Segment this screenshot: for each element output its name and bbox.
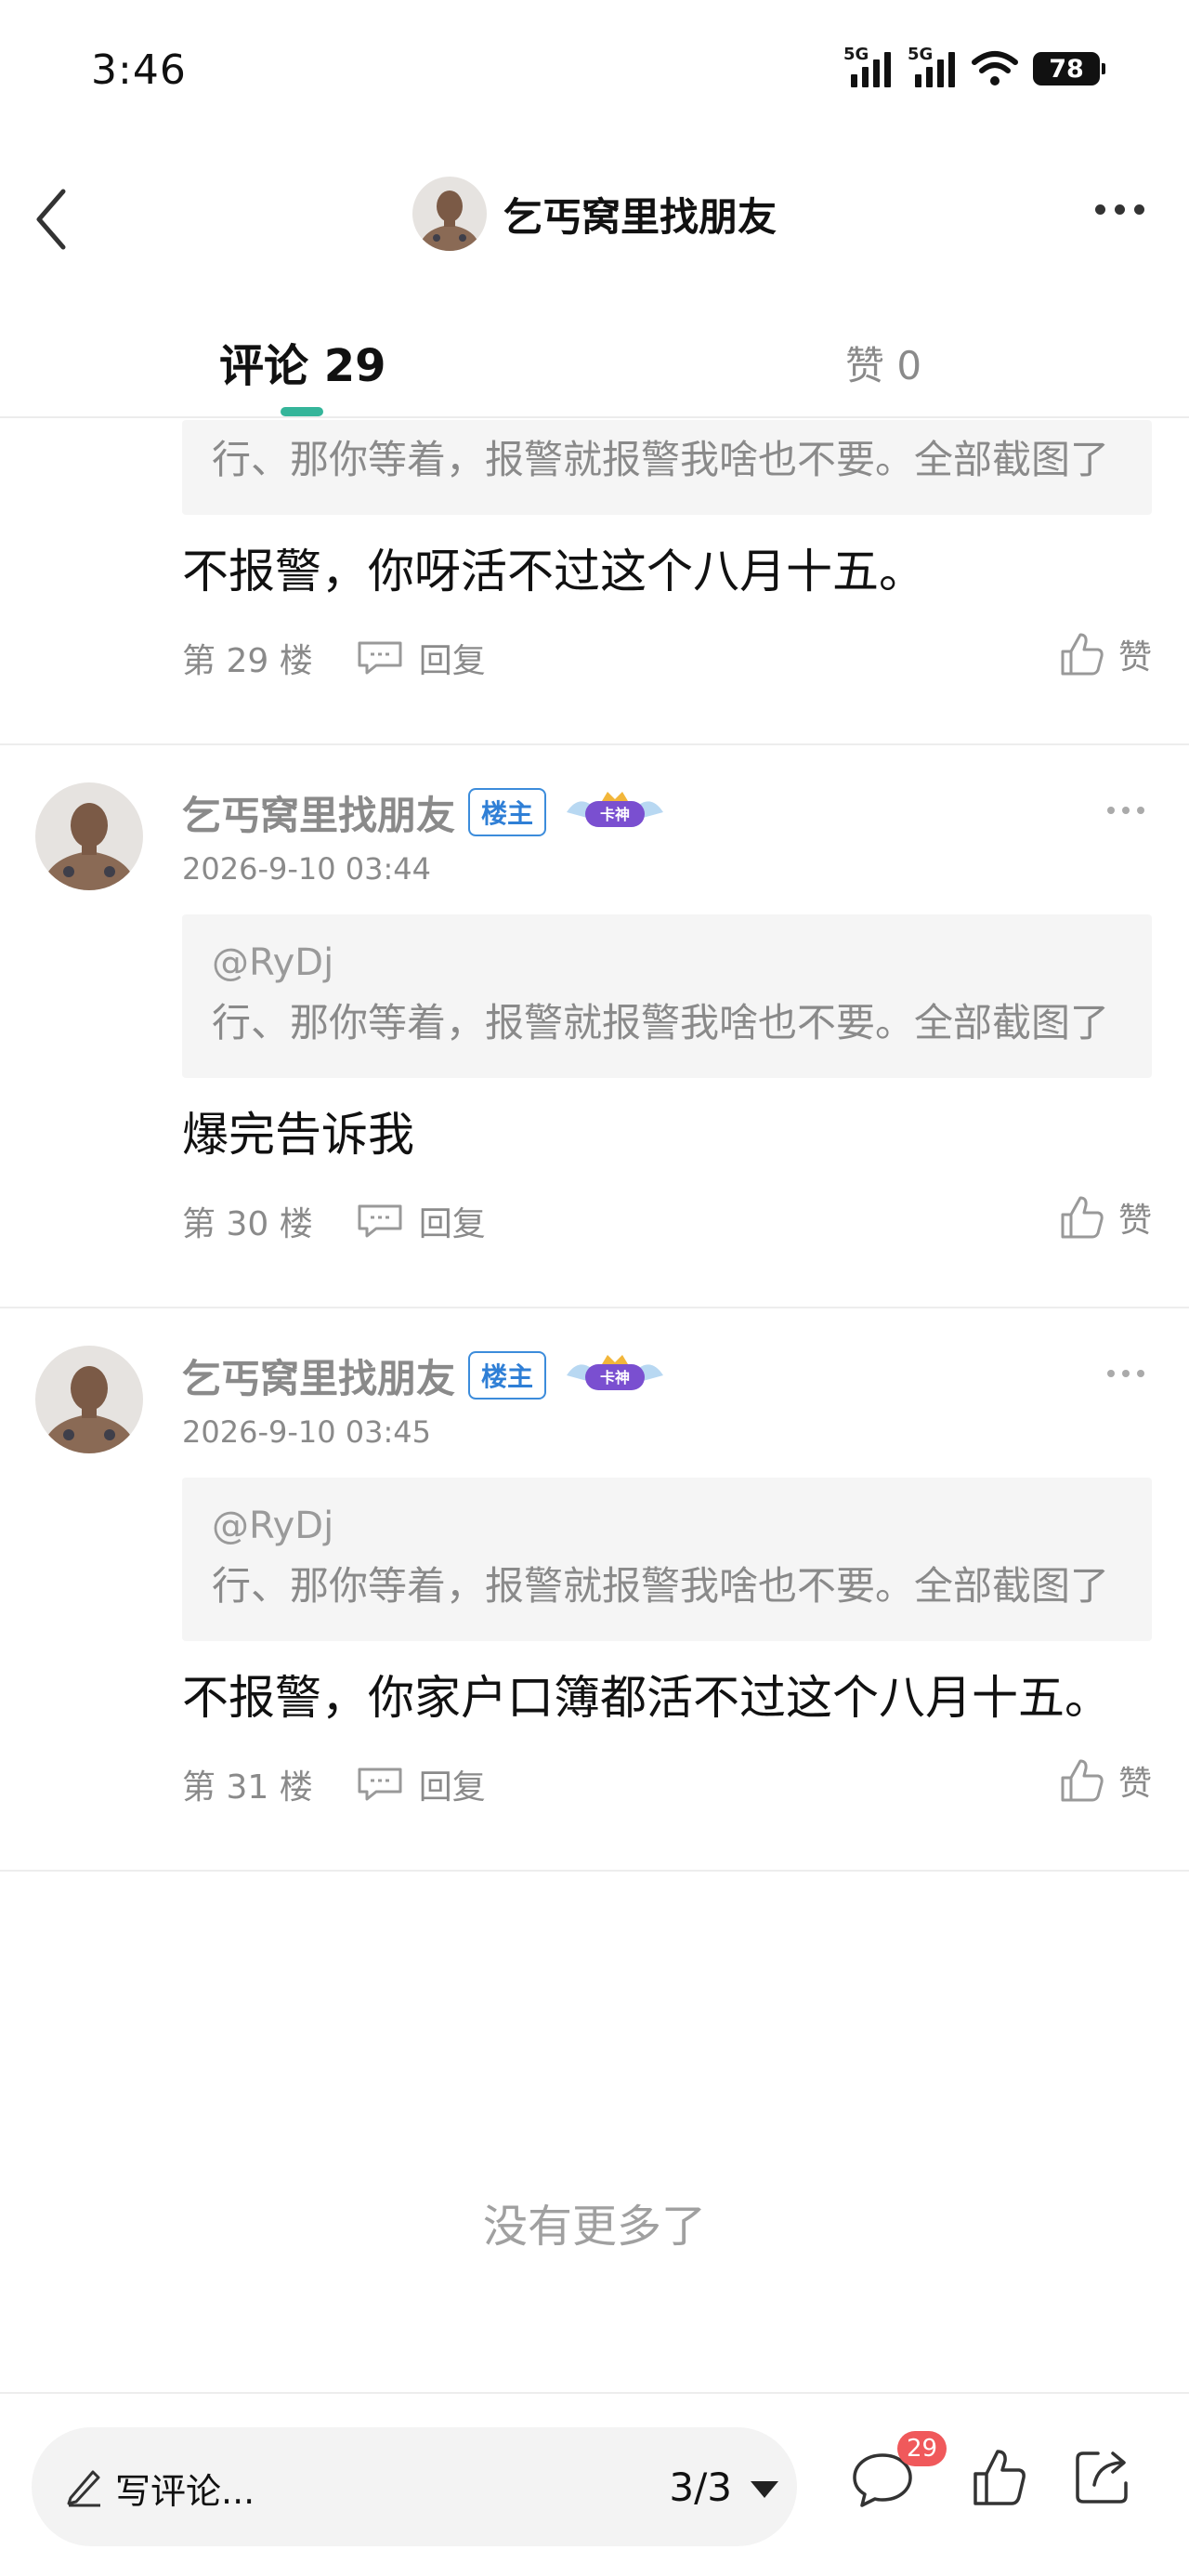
nav-header: 乞丐窝里找朋友 [0,149,1189,279]
floor-number: 第 30 楼 [182,1205,313,1243]
comment-text: 不报警，你呀活不过这个八月十五。 [182,545,925,598]
quoted-text: 行、那你等着，报警就报警我啥也不要。全部截图了 [212,1000,1110,1045]
quoted-reply: 行、那你等着，报警就报警我啥也不要。全部截图了 [182,420,1152,515]
more-options-icon[interactable] [1095,204,1144,215]
thumbs-up-icon [1061,1759,1104,1802]
card-badge-label: 卡神 [600,1369,630,1387]
thumbs-up-icon [1061,1196,1104,1239]
page-title: 乞丐窝里找朋友 [503,193,777,240]
comment-actions: 第 29 楼 回复 赞 [182,621,1152,695]
comment-text: 爆完告诉我 [182,1108,414,1162]
quoted-text: 行、那你等着，报警就报警我啥也不要。全部截图了 [212,437,1110,482]
status-bar: 3:46 5G 5G 78 [0,0,1189,149]
comment-actions: 第 30 楼 回复 赞 [182,1184,1152,1258]
like-label: 赞 [1117,1765,1152,1803]
username[interactable]: 乞丐窝里找朋友 [182,1347,455,1404]
floor-number: 第 29 楼 [182,642,313,680]
page-indicator[interactable]: 3/3 [669,2464,732,2510]
timestamp: 2026-9-10 03:44 [182,851,431,887]
tab-comments[interactable]: 评论 29 [219,329,386,394]
more-options-icon[interactable] [1107,807,1144,814]
signal-icon: 5G [843,45,891,87]
wifi-icon [972,51,1018,85]
comment-list: 行、那你等着，报警就报警我啥也不要。全部截图了 不报警，你呀活不过这个八月十五。… [0,420,1189,1872]
nav-user[interactable]: 乞丐窝里找朋友 [0,177,1189,251]
divider [0,1870,1189,1872]
reply-button[interactable]: 回复 [356,1197,486,1245]
thumbs-up-icon [1061,633,1104,676]
like-button[interactable]: 赞 [1059,630,1152,678]
quoted-user: @RyDj [212,1505,334,1547]
reply-icon [358,641,402,675]
tab-likes[interactable]: 赞 0 [845,335,921,391]
list-item: 乞丐窝里找朋友 楼主 卡神 2026-9-10 03:44 @RyDj 行、那你… [0,745,1189,1308]
like-label: 赞 [1117,1202,1152,1240]
comment-header: 乞丐窝里找朋友 楼主 卡神 [182,1346,1189,1405]
card-god-badge-icon: 卡神 [567,792,664,827]
reply-label: 回复 [418,1205,486,1243]
reply-label: 回复 [418,1768,486,1807]
reply-label: 回复 [418,642,486,680]
quoted-text: 行、那你等着，报警就报警我啥也不要。全部截图了 [212,1563,1110,1609]
comment-text: 不报警，你家户口簿都活不过这个八月十五。 [182,1671,1111,1725]
battery-indicator: 78 [1033,52,1105,85]
owner-badge: 楼主 [468,1351,547,1400]
status-time: 3:46 [91,46,187,94]
quoted-reply[interactable]: @RyDj 行、那你等着，报警就报警我啥也不要。全部截图了 [182,1478,1152,1641]
status-icons: 5G 5G 78 [843,45,1105,89]
avatar[interactable] [35,782,143,890]
comment-input[interactable]: 写评论... 3/3 [32,2427,797,2546]
bottom-bar: 写评论... 3/3 29 [0,2392,1189,2576]
tab-bar: 评论 29 赞 0 [0,307,1189,418]
like-label: 赞 [1117,638,1152,677]
signal-icon: 5G [908,45,955,87]
quoted-user: @RyDj [212,941,334,984]
card-god-badge-icon: 卡神 [567,1355,664,1390]
pen-icon [67,2470,100,2507]
card-badge-label: 卡神 [600,806,630,823]
reply-icon [358,1768,402,1801]
owner-badge: 楼主 [468,788,547,836]
more-options-icon[interactable] [1107,1370,1144,1377]
network-type: 5G [908,45,934,64]
like-button[interactable]: 赞 [1059,1193,1152,1242]
end-of-list-text: 没有更多了 [482,2201,706,2253]
tab-active-indicator [281,407,323,416]
comment-count-badge: 29 [897,2431,947,2466]
chevron-down-icon[interactable] [751,2481,778,2498]
comment-actions: 第 31 楼 回复 赞 [182,1747,1152,1821]
floor-number: 第 31 楼 [182,1768,313,1807]
thumbs-up-icon[interactable] [972,2446,1027,2507]
avatar[interactable] [35,1346,143,1453]
reply-icon [358,1204,402,1238]
avatar[interactable] [412,177,487,251]
timestamp: 2026-9-10 03:45 [182,1414,431,1450]
share-icon[interactable] [1072,2446,1133,2507]
reply-button[interactable]: 回复 [356,634,486,682]
reply-button[interactable]: 回复 [356,1760,486,1808]
list-item: 乞丐窝里找朋友 楼主 卡神 2026-9-10 03:45 @RyDj 行、那你… [0,1308,1189,1872]
username[interactable]: 乞丐窝里找朋友 [182,784,455,841]
like-button[interactable]: 赞 [1059,1756,1152,1805]
quoted-reply[interactable]: @RyDj 行、那你等着，报警就报警我啥也不要。全部截图了 [182,914,1152,1078]
comment-header: 乞丐窝里找朋友 楼主 卡神 [182,782,1189,842]
list-item: 行、那你等着，报警就报警我啥也不要。全部截图了 不报警，你呀活不过这个八月十五。… [0,420,1189,745]
network-type: 5G [843,45,869,64]
comment-input-placeholder: 写评论... [115,2471,255,2512]
